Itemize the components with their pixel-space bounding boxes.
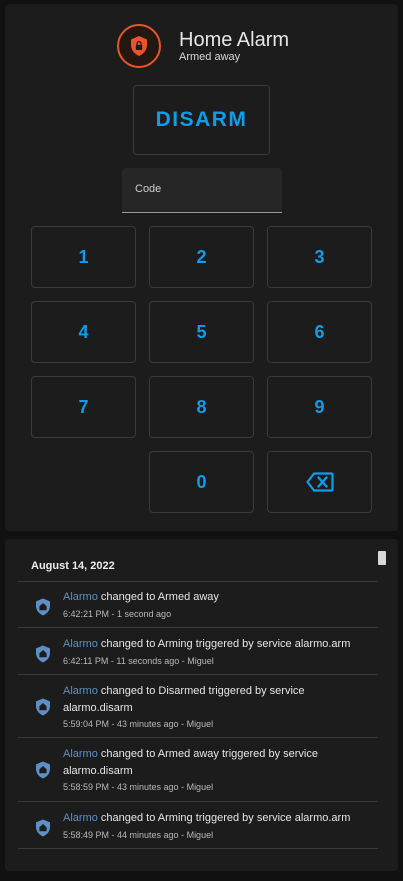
keypad-key-7[interactable]: 7 — [31, 376, 136, 438]
logbook-entry-message: Alarmo changed to Arming triggered by se… — [63, 810, 368, 827]
divider — [18, 674, 378, 675]
logbook-entry-text: changed to Arming triggered by service a… — [100, 812, 351, 824]
keypad-key-1[interactable]: 1 — [31, 226, 136, 288]
logbook-entry-time: 5:58:59 PM - 43 minutes ago - Miguel — [63, 782, 214, 792]
divider — [18, 627, 378, 628]
logbook-entity-link[interactable]: Alarmo — [63, 591, 98, 603]
logbook-entry-message: Alarmo changed to Disarmed triggered by … — [63, 683, 368, 717]
shield-home-icon — [36, 819, 50, 837]
alarm-title: Home Alarm — [179, 28, 290, 51]
logbook-entry-time: 5:59:04 PM - 43 minutes ago - Miguel — [63, 719, 214, 729]
shield-lock-icon — [131, 36, 147, 56]
logbook-entry-time: 6:42:11 PM - 11 seconds ago - Miguel — [63, 656, 214, 666]
logbook-entry: Alarmo changed to Armed away 6:42:21 PM … — [35, 589, 365, 629]
divider — [18, 581, 378, 582]
keypad-key-9[interactable]: 9 — [267, 376, 372, 438]
logbook-entry: Alarmo changed to Armed away triggered b… — [35, 746, 365, 802]
logbook-entry-time: 5:58:49 PM - 44 minutes ago - Miguel — [63, 830, 214, 840]
keypad-key-0[interactable]: 0 — [149, 451, 254, 513]
shield-home-icon — [36, 598, 50, 616]
logbook-entity-link[interactable]: Alarmo — [63, 638, 98, 650]
logbook-date-header: August 14, 2022 — [31, 560, 115, 572]
keypad-key-2[interactable]: 2 — [149, 226, 254, 288]
divider — [18, 848, 378, 849]
keypad-key-3[interactable]: 3 — [267, 226, 372, 288]
alarm-state-text: Armed away — [179, 50, 241, 63]
logbook-entry-text: changed to Arming triggered by service a… — [100, 638, 351, 650]
alarm-state-badge[interactable] — [117, 24, 161, 68]
keypad-key-8[interactable]: 8 — [149, 376, 254, 438]
alarm-panel-card: Home Alarm Armed away DISARM Code 1 2 3 … — [5, 4, 398, 531]
logbook-entry: Alarmo changed to Arming triggered by se… — [35, 810, 365, 850]
code-input-label: Code — [135, 183, 162, 195]
shield-home-icon — [36, 698, 50, 716]
logbook-entry-text: changed to Armed away — [100, 591, 219, 603]
logbook-entry: Alarmo changed to Disarmed triggered by … — [35, 683, 365, 739]
shield-home-icon — [36, 761, 50, 779]
logbook-scrollbar[interactable] — [378, 551, 386, 565]
logbook-entry-text: changed to Armed away triggered by servi… — [100, 748, 318, 760]
logbook-entry-message: Alarmo changed to Armed away triggered b… — [63, 746, 368, 780]
keypad-key-6[interactable]: 6 — [267, 301, 372, 363]
disarm-button[interactable]: DISARM — [133, 85, 270, 155]
alarm-titles: Home Alarm Armed away — [179, 29, 289, 64]
logbook-card: August 14, 2022 Alarmo changed to Armed … — [5, 539, 398, 871]
divider — [18, 801, 378, 802]
logbook-entity-link[interactable]: Alarmo — [63, 748, 98, 760]
logbook-entity-link[interactable]: Alarmo — [63, 812, 98, 824]
alarm-header: Home Alarm Armed away — [117, 24, 289, 68]
keypad-backspace-button[interactable] — [267, 451, 372, 513]
backspace-icon — [305, 472, 334, 492]
shield-home-icon — [36, 645, 50, 663]
logbook-entity-link[interactable]: Alarmo — [63, 685, 98, 697]
logbook-entry-text-cont: alarmo.disarm — [63, 702, 133, 714]
logbook-entry-time: 6:42:21 PM - 1 second ago — [63, 609, 172, 619]
divider — [18, 737, 378, 738]
logbook-entry-message: Alarmo changed to Arming triggered by se… — [63, 636, 368, 653]
code-input[interactable]: Code — [122, 168, 282, 213]
logbook-entry-text: changed to Disarmed triggered by service — [100, 685, 305, 697]
logbook-entry: Alarmo changed to Arming triggered by se… — [35, 636, 365, 676]
keypad-key-4[interactable]: 4 — [31, 301, 136, 363]
logbook-entry-message: Alarmo changed to Armed away — [63, 589, 368, 606]
logbook-entry-text-cont: alarmo.disarm — [63, 765, 133, 777]
keypad-key-5[interactable]: 5 — [149, 301, 254, 363]
